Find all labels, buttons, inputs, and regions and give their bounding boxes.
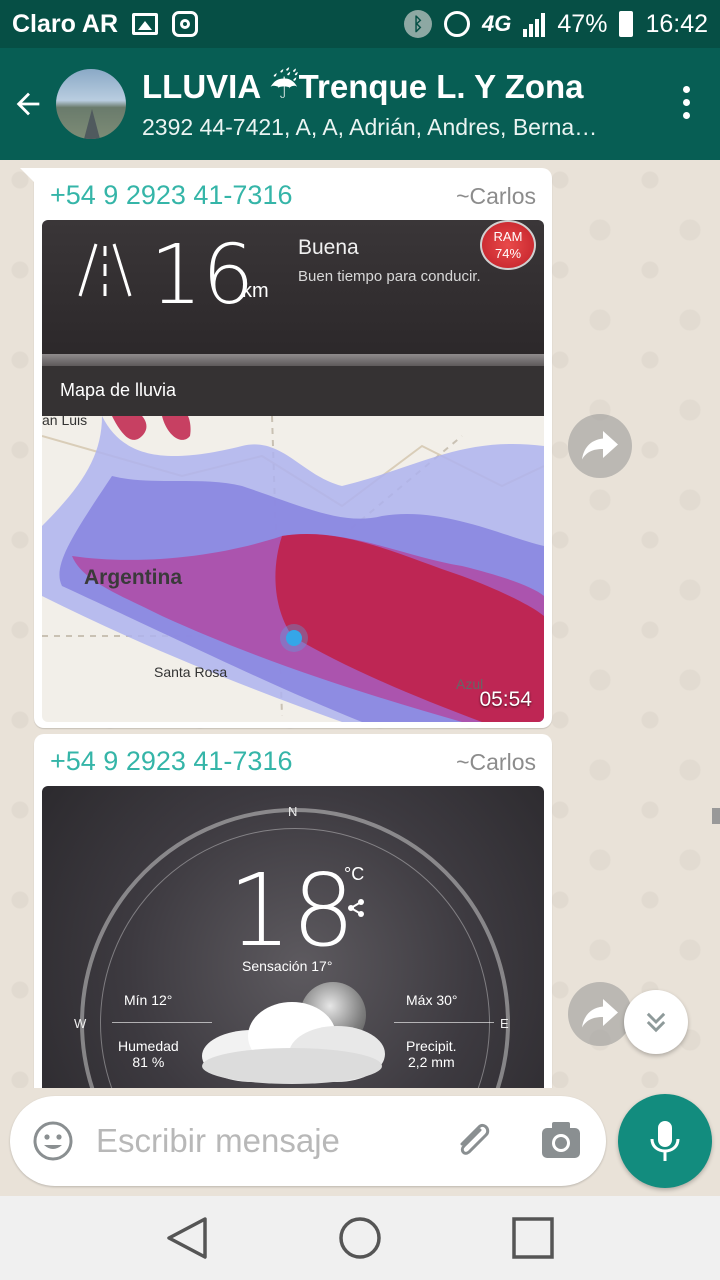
network-type-label: 4G: [482, 11, 512, 36]
instagram-notification-icon: [172, 11, 199, 37]
chat-header: LLUVIA ☔Trenque L. Y Zona 2392 44-7421, …: [0, 48, 720, 160]
mic-button[interactable]: [618, 1094, 712, 1188]
distance-unit: km: [242, 280, 269, 302]
image-attachment[interactable]: N W E 18 °C Sensación 17° Mín 12° Máx 30…: [42, 786, 544, 1088]
message-time: 05:54: [479, 688, 532, 711]
paperclip-icon[interactable]: [450, 1118, 496, 1164]
square-recents-icon: [512, 1217, 555, 1259]
precipitation: Precipit. 2,2 mm: [406, 1038, 457, 1070]
image-notification-icon: [132, 13, 159, 35]
back-button[interactable]: [0, 48, 56, 160]
divider: [394, 1022, 494, 1023]
share-icon: [348, 899, 364, 917]
humidity-label: Humedad: [118, 1038, 179, 1054]
distance-value: 16: [150, 228, 255, 323]
composer: [0, 1088, 720, 1196]
ram-value: 74%: [494, 246, 522, 261]
more-options-button[interactable]: [683, 86, 690, 119]
status-bar: Claro AR ᛒ 4G 47% 16:42: [0, 0, 720, 48]
temperature-unit: °C: [344, 864, 365, 884]
battery-icon: [619, 11, 634, 37]
mic-icon: [650, 1121, 680, 1161]
bluetooth-icon: ᛒ: [404, 10, 433, 38]
camera-icon[interactable]: [540, 1120, 582, 1160]
map-title: Mapa de lluvia: [42, 366, 544, 416]
clock: 16:42: [645, 9, 708, 38]
driving-widget: 16 km Buena Buen tiempo para conducir. R…: [42, 220, 544, 366]
forward-button[interactable]: [568, 982, 632, 1046]
sender-phone[interactable]: +54 9 2923 41-7316: [50, 746, 292, 777]
group-avatar[interactable]: [56, 69, 126, 139]
cloud-icon: [202, 1002, 385, 1084]
group-title: LLUVIA ☔Trenque L. Y Zona: [142, 68, 584, 105]
precip-label: Precipit.: [406, 1038, 457, 1054]
divider: [42, 354, 544, 366]
forward-icon: [582, 999, 618, 1028]
chat-area[interactable]: +54 9 2923 41-7316 ~Carlos 16 km Buena B…: [0, 160, 720, 1088]
max-temp: Máx 30°: [406, 992, 458, 1008]
weather-widget: N W E 18 °C Sensación 17° Mín 12° Máx 30…: [42, 786, 544, 1088]
condition-subtitle: Buen tiempo para conducir.: [298, 268, 481, 285]
battery-percent: 47%: [557, 9, 608, 38]
signal-icon: [523, 11, 546, 37]
road-icon: [78, 243, 132, 297]
sender-name: ~Carlos: [456, 749, 536, 775]
nav-back-button[interactable]: [157, 1208, 217, 1268]
ram-label: RAM: [493, 229, 523, 244]
temperature-value: 18: [228, 852, 356, 969]
map-label-city: an Luis: [42, 416, 88, 428]
message-bubble[interactable]: +54 9 2923 41-7316 ~Carlos N W E 18 °C S…: [34, 734, 552, 1088]
system-nav-bar: [0, 1196, 720, 1280]
alarm-icon: [444, 11, 471, 37]
precip-value: 2,2 mm: [407, 1054, 455, 1070]
scroll-to-bottom-button[interactable]: [624, 990, 688, 1054]
forward-icon: [582, 431, 618, 460]
map-label-city: Santa Rosa: [154, 664, 228, 680]
ram-badge: RAM 74%: [480, 220, 536, 270]
scrollbar-thumb[interactable]: [712, 808, 720, 824]
condition-title: Buena: [298, 236, 359, 259]
group-info[interactable]: LLUVIA ☔Trenque L. Y Zona 2392 44-7421, …: [142, 67, 662, 141]
nav-home-button[interactable]: [330, 1208, 390, 1268]
sender-phone[interactable]: +54 9 2923 41-7316: [50, 180, 292, 211]
min-temp: Mín 12°: [124, 992, 173, 1008]
chevron-double-down-icon: [646, 1012, 666, 1033]
compass-north: N: [288, 804, 298, 819]
message-input[interactable]: [96, 1118, 426, 1164]
map-label-country: Argentina: [84, 566, 183, 589]
forward-button[interactable]: [568, 414, 632, 478]
circle-home-icon: [339, 1217, 381, 1259]
group-members: 2392 44-7421, A, A, Adrián, Andres, Bern…: [142, 114, 598, 140]
nav-recents-button[interactable]: [503, 1208, 563, 1268]
compass-east: E: [500, 1016, 509, 1031]
carrier-label: Claro AR: [12, 9, 119, 38]
humidity: Humedad 81 %: [118, 1038, 179, 1070]
triangle-back-icon: [166, 1217, 207, 1259]
arrow-left-icon: [16, 92, 40, 116]
rain-map: Argentina Santa Rosa an Luis Azul: [42, 416, 544, 722]
more-vert-icon: [683, 86, 690, 93]
emoji-icon[interactable]: [32, 1120, 74, 1162]
feels-like: Sensación 17°: [242, 958, 333, 974]
humidity-value: 81 %: [132, 1054, 165, 1070]
sender-name: ~Carlos: [456, 183, 536, 209]
message-input-box[interactable]: [10, 1096, 606, 1186]
message-bubble[interactable]: +54 9 2923 41-7316 ~Carlos 16 km Buena B…: [20, 168, 552, 728]
compass-west: W: [74, 1016, 87, 1031]
image-attachment[interactable]: 16 km Buena Buen tiempo para conducir. R…: [42, 220, 544, 722]
